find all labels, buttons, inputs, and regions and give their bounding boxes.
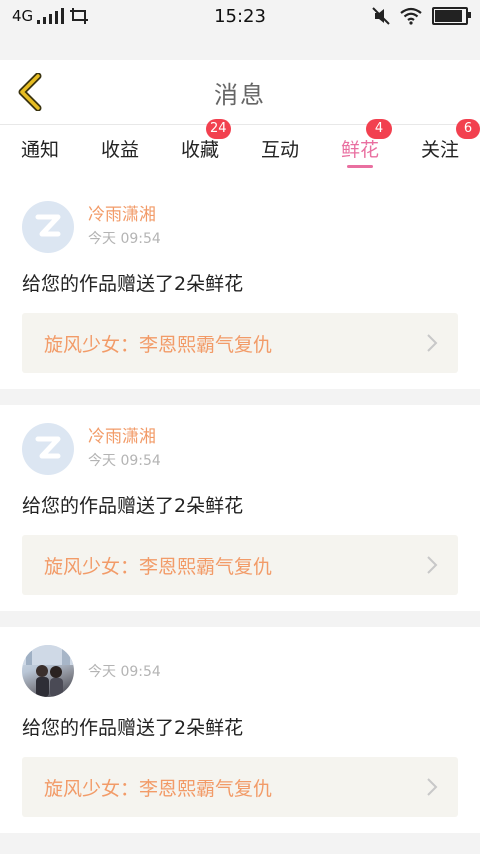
message-time: 今天 09:54 (88, 231, 161, 247)
header: 消息 (0, 60, 480, 124)
active-tab-indicator (347, 165, 373, 168)
sender-name[interactable]: 冷雨潇湘 (88, 204, 161, 226)
message-header: 冷雨潇湘 今天 09:54 (22, 419, 458, 479)
tab-notifications[interactable]: 通知 (0, 125, 80, 183)
tab-follows[interactable]: 关注 6 (400, 119, 480, 183)
badge-flowers: 4 (366, 119, 392, 139)
message-text: 给您的作品赠送了2朵鲜花 (22, 273, 244, 295)
work-link[interactable]: 旋风少女：李恩熙霸气复仇 (22, 535, 458, 595)
work-title: 旋风少女：李恩熙霸气复仇 (44, 555, 273, 578)
chevron-left-icon (18, 73, 42, 111)
chevron-right-icon (427, 334, 438, 352)
badge-follows: 6 (456, 119, 480, 139)
chevron-right-icon (427, 778, 438, 796)
signal-icon (37, 8, 65, 24)
tab-label: 通知 (20, 139, 59, 161)
wifi-icon (400, 7, 422, 25)
tab-label: 关注 (420, 139, 459, 161)
photo-avatar[interactable] (22, 645, 74, 697)
message-text: 给您的作品赠送了2朵鲜花 (22, 495, 244, 517)
message-meta: 今天 09:54 (88, 645, 161, 697)
work-title: 旋风少女：李恩熙霸气复仇 (44, 777, 273, 800)
battery-level (435, 10, 462, 22)
tab-label: 收益 (100, 139, 139, 161)
tab-label: 收藏 (180, 139, 219, 161)
status-right (372, 7, 471, 25)
mute-icon (372, 7, 390, 25)
tab-interactions[interactable]: 互动 (240, 125, 320, 183)
battery-icon (432, 7, 471, 25)
default-avatar-icon[interactable] (22, 423, 74, 475)
message-header: 今天 09:54 (22, 641, 458, 701)
screenshot-icon (70, 8, 89, 24)
tab-label: 鲜花 (340, 139, 379, 161)
message-card: 冷雨潇湘 今天 09:54 给您的作品赠送了2朵鲜花 旋风少女：李恩熙霸气复仇 (0, 183, 480, 389)
page-title: 消息 (214, 80, 266, 109)
status-bar: 4G 15:23 (0, 0, 480, 32)
work-link[interactable]: 旋风少女：李恩熙霸气复仇 (22, 757, 458, 817)
chevron-right-icon (427, 556, 438, 574)
badge-favorites: 24 (206, 119, 231, 139)
tab-bar: 通知 收益 收藏 24 互动 鲜花 4 关注 6 (0, 119, 480, 183)
message-meta: 冷雨潇湘 今天 09:54 (88, 201, 161, 253)
work-title: 旋风少女：李恩熙霸气复仇 (44, 333, 273, 356)
work-link[interactable]: 旋风少女：李恩熙霸气复仇 (22, 313, 458, 373)
message-header: 冷雨潇湘 今天 09:54 (22, 197, 458, 257)
message-meta: 冷雨潇湘 今天 09:54 (88, 423, 161, 475)
status-left: 4G (12, 7, 89, 25)
message-card: 冷雨潇湘 今天 09:54 给您的作品赠送了2朵鲜花 旋风少女：李恩熙霸气复仇 (0, 405, 480, 611)
message-time: 今天 09:54 (88, 664, 161, 680)
tab-flowers[interactable]: 鲜花 4 (320, 119, 400, 183)
back-button[interactable] (12, 72, 48, 112)
message-card: 今天 09:54 给您的作品赠送了2朵鲜花 旋风少女：李恩熙霸气复仇 (0, 627, 480, 833)
default-avatar-icon[interactable] (22, 201, 74, 253)
tab-favorites[interactable]: 收藏 24 (160, 119, 240, 183)
message-time: 今天 09:54 (88, 453, 161, 469)
tab-earnings[interactable]: 收益 (80, 125, 160, 183)
tab-label: 互动 (260, 139, 299, 161)
sender-name[interactable]: 冷雨潇湘 (88, 426, 161, 448)
message-text: 给您的作品赠送了2朵鲜花 (22, 717, 244, 739)
top-gap (0, 32, 480, 60)
network-type: 4G (12, 7, 34, 25)
